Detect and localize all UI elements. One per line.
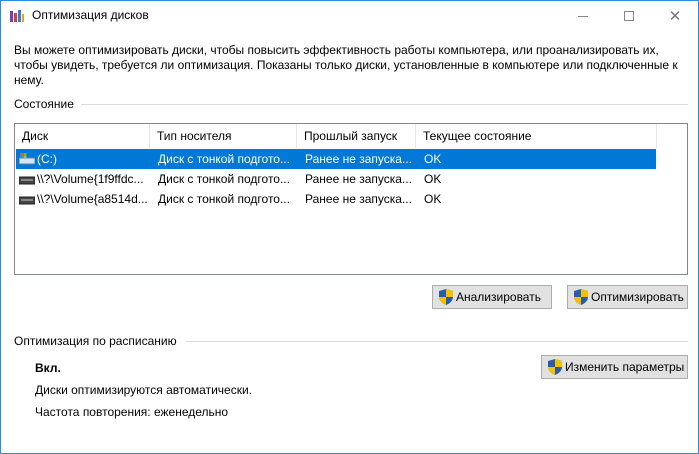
drive-row[interactable]: \\?\Volume{a8514d... Диск с тонкой подго… xyxy=(16,189,656,209)
column-header-current-state[interactable]: Текущее состояние xyxy=(416,124,657,148)
drive-name: \\?\Volume{1f9ffdc... xyxy=(37,172,144,186)
minimize-icon xyxy=(578,15,588,17)
close-button[interactable]: ✕ xyxy=(652,1,698,31)
drive-last-run: Ранее не запуска... xyxy=(305,152,412,166)
uac-shield-icon xyxy=(574,289,588,305)
drives-list[interactable]: Диск Тип носителя Прошлый запуск Текущее… xyxy=(14,123,688,275)
status-section-label: Состояние xyxy=(14,97,74,111)
drive-state: OK xyxy=(424,172,442,186)
uac-shield-icon xyxy=(548,359,562,375)
drive-state: OK xyxy=(424,192,442,206)
uac-shield-icon xyxy=(439,289,453,305)
drive-media-type: Диск с тонкой подгото... xyxy=(158,172,290,186)
schedule-description: Диски оптимизируются автоматически. xyxy=(35,383,253,397)
drive-media-type: Диск с тонкой подгото... xyxy=(158,192,290,206)
windows-drive-icon xyxy=(19,153,35,165)
change-settings-button[interactable]: Изменить параметры xyxy=(541,355,688,379)
column-header-disk[interactable]: Диск xyxy=(15,124,150,148)
column-header-last-run[interactable]: Прошлый запуск xyxy=(297,124,416,148)
change-settings-button-label: Изменить параметры xyxy=(565,360,685,374)
defrag-app-icon xyxy=(10,10,24,22)
window-title: Оптимизация дисков xyxy=(32,8,149,22)
minimize-button[interactable] xyxy=(560,1,606,31)
schedule-divider xyxy=(186,341,688,342)
maximize-icon xyxy=(624,11,634,21)
drive-name: \\?\Volume{a8514d... xyxy=(37,192,148,206)
intro-text: Вы можете оптимизировать диски, чтобы по… xyxy=(14,43,678,87)
drive-row[interactable]: \\?\Volume{1f9ffdc... Диск с тонкой подг… xyxy=(16,169,656,189)
schedule-section-label: Оптимизация по расписанию xyxy=(14,334,177,348)
title-bar[interactable]: Оптимизация дисков ✕ xyxy=(1,1,698,31)
list-header: Диск Тип носителя Прошлый запуск Текущее… xyxy=(15,124,657,148)
optimize-button[interactable]: Оптимизировать xyxy=(567,285,688,309)
optimize-button-label: Оптимизировать xyxy=(591,290,684,304)
maximize-button[interactable] xyxy=(606,1,652,31)
drive-state: OK xyxy=(424,152,442,166)
column-header-media-type[interactable]: Тип носителя xyxy=(150,124,297,148)
schedule-state: Вкл. xyxy=(35,361,61,375)
drive-last-run: Ранее не запуска... xyxy=(305,192,412,206)
drive-row[interactable]: (C:) Диск с тонкой подгото... Ранее не з… xyxy=(16,149,656,169)
schedule-frequency: Частота повторения: еженедельно xyxy=(35,405,229,419)
drive-icon xyxy=(19,196,35,205)
drive-last-run: Ранее не запуска... xyxy=(305,172,412,186)
drive-icon xyxy=(19,176,35,185)
defrag-window: Оптимизация дисков ✕ Вы можете оптимизир… xyxy=(0,0,699,454)
status-divider xyxy=(81,104,688,105)
drive-name: (C:) xyxy=(37,152,57,166)
close-icon: ✕ xyxy=(668,8,682,25)
drive-media-type: Диск с тонкой подгото... xyxy=(158,152,290,166)
analyze-button-label: Анализировать xyxy=(456,290,541,304)
analyze-button[interactable]: Анализировать xyxy=(432,285,552,309)
